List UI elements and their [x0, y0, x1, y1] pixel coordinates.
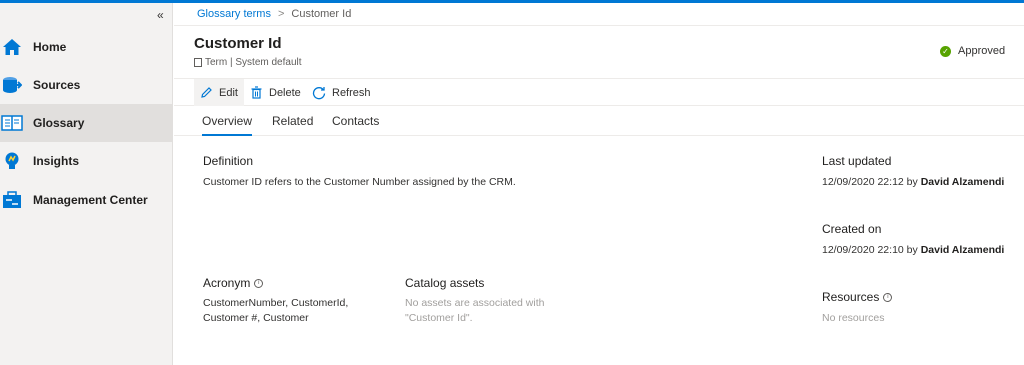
- sources-icon: [1, 74, 23, 96]
- tab-related[interactable]: Related: [272, 114, 313, 136]
- sidebar-item-label: Home: [33, 40, 67, 54]
- tab-overview[interactable]: Overview: [202, 114, 253, 136]
- edit-button[interactable]: Edit: [194, 79, 244, 106]
- info-icon[interactable]: i: [883, 293, 893, 302]
- page-title: Customer Id: [194, 35, 282, 52]
- created-on-date: 12/09/2020 22:10 by: [822, 244, 918, 256]
- definition-text: Customer ID refers to the Customer Numbe…: [203, 176, 516, 188]
- sidebar-item-label: Management Center: [33, 193, 148, 207]
- delete-button-label: Delete: [269, 86, 301, 99]
- created-on-label: Created on: [822, 222, 882, 236]
- resources-heading: Resources i: [822, 290, 893, 304]
- sidebar-item-management-center[interactable]: Management Center: [0, 181, 173, 219]
- resources-value: No resources: [822, 312, 885, 324]
- last-updated-user: David Alzamendi: [920, 176, 1005, 188]
- trash-icon: [251, 86, 262, 99]
- sidebar-item-home[interactable]: Home: [0, 28, 173, 66]
- term-icon: [194, 58, 202, 67]
- sidebar-item-label: Sources: [33, 78, 81, 92]
- created-on-value: 12/09/2020 22:10 by David Alzamendi: [822, 243, 1004, 258]
- last-updated-date: 12/09/2020 22:12 by: [822, 176, 918, 188]
- page-subtitle: Term | System default: [194, 57, 302, 68]
- last-updated-label: Last updated: [822, 154, 892, 168]
- sidebar: « Home Sources Glossary Insights Managem…: [0, 3, 173, 365]
- acronym-heading: Acronym i: [203, 276, 264, 290]
- delete-button[interactable]: Delete: [250, 79, 301, 106]
- breadcrumb-current: Customer Id: [291, 8, 352, 20]
- breadcrumb-glossary-terms-link[interactable]: Glossary terms: [197, 8, 271, 20]
- term-type-label: Term | System default: [205, 57, 302, 68]
- catalog-assets-empty: No assets are associated with "Customer …: [405, 296, 544, 326]
- resources-label: Resources: [822, 290, 880, 304]
- sidebar-item-sources[interactable]: Sources: [0, 66, 173, 104]
- command-bar: Edit Delete Refresh: [174, 78, 1024, 106]
- definition-label: Definition: [203, 154, 254, 168]
- breadcrumb-separator: >: [277, 8, 285, 20]
- edit-button-label: Edit: [219, 86, 238, 99]
- acronym-label: Acronym: [203, 276, 251, 290]
- tab-bar: Overview Related Contacts: [174, 106, 1024, 136]
- status-label: Approved: [958, 45, 1006, 57]
- breadcrumb: Glossary terms > Customer Id: [197, 8, 351, 20]
- tab-contacts[interactable]: Contacts: [332, 114, 379, 136]
- sidebar-item-label: Glossary: [33, 116, 85, 130]
- checkmark-circle-icon: ✓: [940, 45, 951, 57]
- refresh-button-label: Refresh: [332, 86, 371, 99]
- breadcrumb-divider: [174, 25, 1024, 26]
- created-on-user: David Alzamendi: [920, 244, 1005, 256]
- acronym-line: Customer #, Customer: [203, 312, 309, 324]
- pencil-icon: [201, 87, 212, 98]
- status-badge: ✓ Approved: [940, 45, 1005, 57]
- home-icon: [1, 36, 23, 58]
- sidebar-item-label: Insights: [33, 154, 80, 168]
- sidebar-item-insights[interactable]: Insights: [0, 142, 173, 180]
- refresh-button[interactable]: Refresh: [312, 79, 371, 106]
- insights-icon: [1, 150, 23, 172]
- refresh-icon: [312, 86, 326, 99]
- acronym-values: CustomerNumber, CustomerId, Customer #, …: [203, 296, 348, 326]
- catalog-assets-label: Catalog assets: [405, 276, 485, 290]
- sidebar-item-glossary[interactable]: Glossary: [0, 104, 173, 142]
- glossary-icon: [1, 112, 23, 134]
- info-icon[interactable]: i: [254, 279, 264, 288]
- management-icon: [1, 189, 23, 211]
- catalog-assets-line: "Customer Id".: [405, 312, 473, 324]
- catalog-assets-line: No assets are associated with: [405, 297, 545, 309]
- acronym-line: CustomerNumber, CustomerId,: [203, 297, 349, 309]
- last-updated-value: 12/09/2020 22:12 by David Alzamendi: [822, 175, 1004, 190]
- collapse-sidebar-button[interactable]: «: [157, 8, 164, 22]
